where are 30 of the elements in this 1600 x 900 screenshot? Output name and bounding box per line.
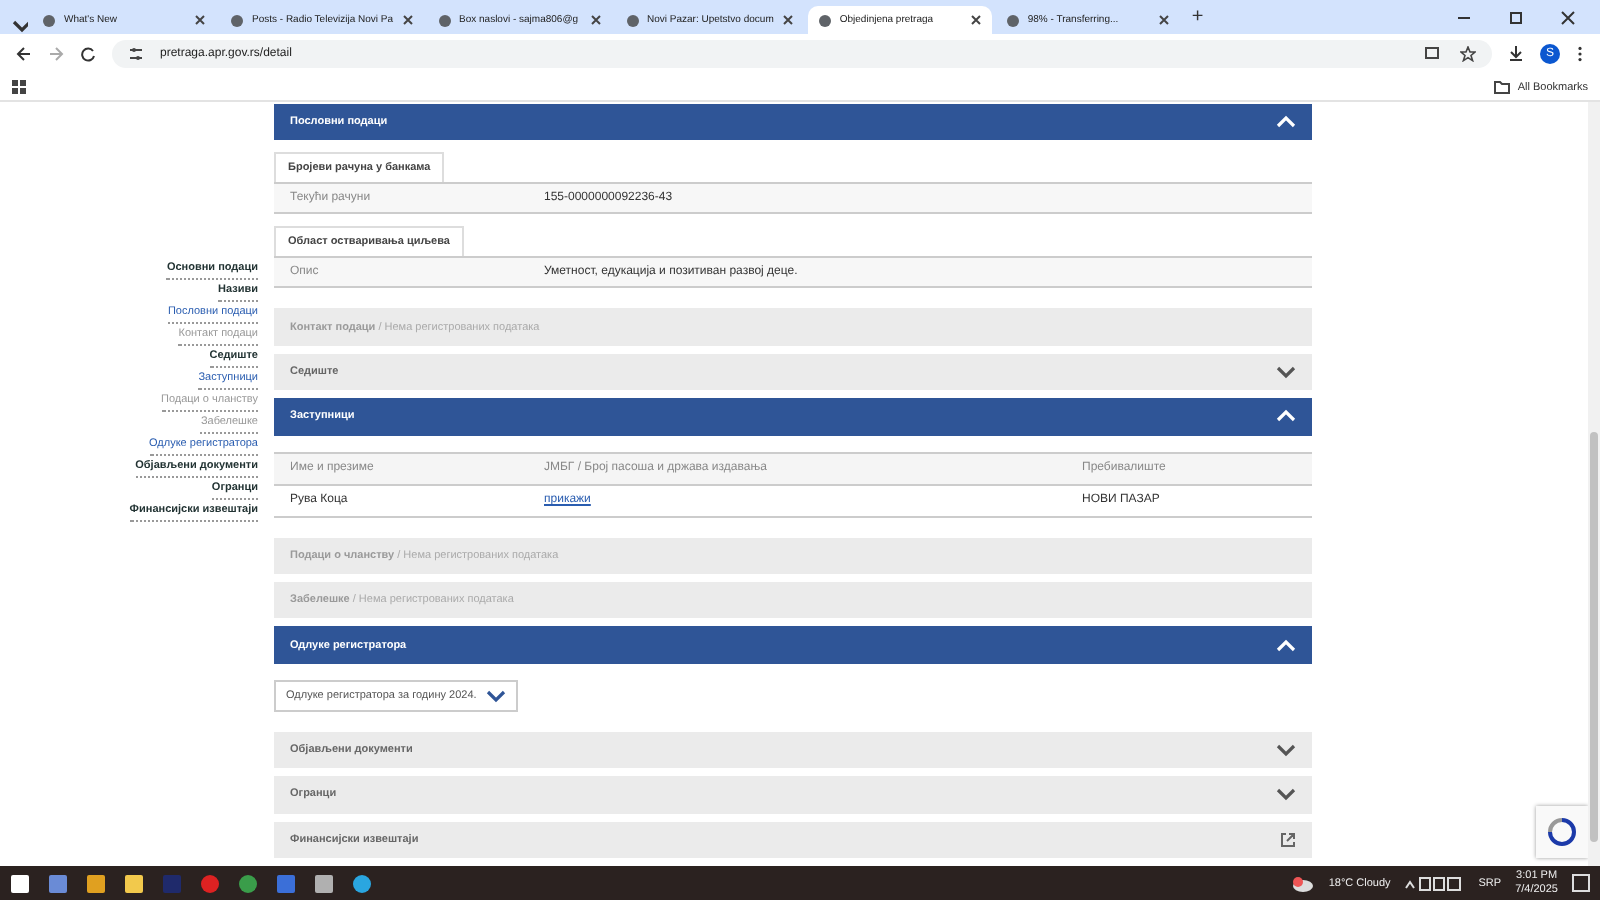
chevron-down-icon [486,687,507,704]
chevron-up-icon [1276,637,1296,654]
close-icon[interactable] [969,14,982,26]
close-icon[interactable] [1560,9,1576,25]
download-icon[interactable] [1508,46,1524,62]
scroll-thumb[interactable] [1590,432,1598,842]
tray-icons [1404,875,1465,891]
close-icon[interactable] [1157,14,1170,26]
caret-icon[interactable] [12,18,28,34]
close-icon[interactable] [781,14,794,26]
site-info-icon [128,46,144,62]
close-icon[interactable] [194,14,206,26]
restore-icon[interactable] [1508,9,1524,25]
close-icon[interactable] [401,14,413,26]
app-icon[interactable] [86,873,106,893]
star-icon[interactable] [1460,46,1476,62]
close-icon[interactable] [589,14,601,26]
back-icon[interactable] [16,46,32,62]
chevron-up-icon [1276,114,1296,131]
chevron-down-icon [1276,742,1296,759]
scrollbar[interactable] [1588,102,1600,866]
chevron-down-icon [1276,364,1296,381]
more-icon[interactable] [1576,46,1584,62]
chevron-down-icon [1276,786,1296,803]
new-tab-button[interactable]: + [1183,5,1212,29]
chevron-up-icon [1276,408,1296,425]
cloud-icon [1292,875,1315,891]
recaptcha-icon [1548,818,1576,846]
reload-icon[interactable] [80,46,96,62]
apps-grid-icon[interactable] [12,80,26,94]
